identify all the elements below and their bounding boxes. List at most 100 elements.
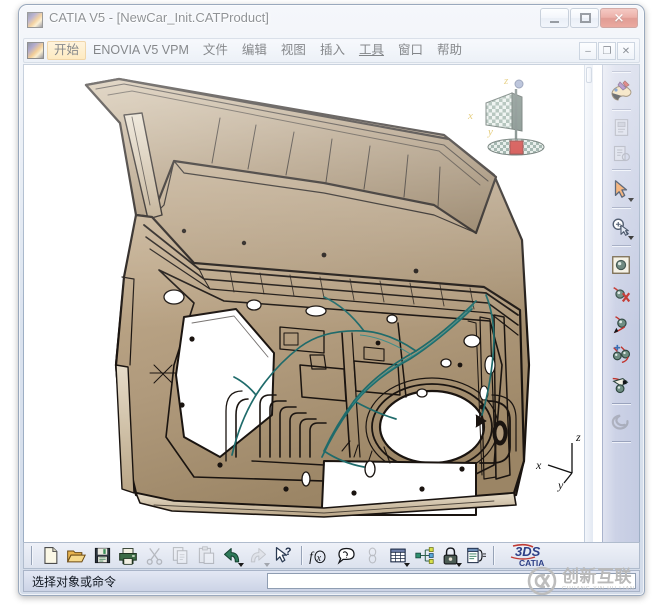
zoom-area-button[interactable] <box>606 212 636 242</box>
viewport-scrollbar-thumb[interactable] <box>586 67 592 83</box>
minimize-icon <box>550 21 559 23</box>
rotate-button[interactable] <box>606 408 636 438</box>
maximize-icon <box>580 13 591 23</box>
capture-image-button[interactable] <box>606 250 636 280</box>
minimize-button[interactable] <box>540 8 569 28</box>
menu-enovia-v5-vpm[interactable]: ENOVIA V5 VPM <box>86 41 196 60</box>
copy-icon <box>171 546 190 565</box>
svg-text:x: x <box>316 553 322 564</box>
logo-3ds-text: 3DS <box>515 544 541 559</box>
menu-item-list: 开始 ENOVIA V5 VPM 文件 编辑 视图 插入 工具 窗口 帮助 <box>47 39 469 62</box>
print-button[interactable] <box>115 544 141 568</box>
formula-button[interactable]: f x <box>307 544 333 568</box>
rule-list-icon <box>466 546 487 565</box>
analyze-document-button[interactable] <box>606 140 636 166</box>
delete-viewpoint-button[interactable] <box>606 280 636 310</box>
title-bar: CATIA V5 - [NewCar_Init.CATProduct] ✕ <box>19 5 644 36</box>
status-bar: 选择对象或命令 <box>23 570 640 592</box>
logo-catia-text: CATIA <box>519 558 544 568</box>
move-view-icon <box>610 314 632 336</box>
named-viewpoint-button[interactable] <box>606 370 636 400</box>
menu-file[interactable]: 文件 <box>196 41 235 60</box>
render-style-button[interactable] <box>606 76 636 106</box>
client-area: z x y <box>23 64 640 543</box>
view-toolbar <box>602 65 639 542</box>
redo-button[interactable] <box>245 544 271 568</box>
knowledge-inspector-button[interactable] <box>411 544 437 568</box>
navigation-compass[interactable]: z x y <box>464 67 554 162</box>
save-button[interactable] <box>89 544 115 568</box>
svg-text:y: y <box>557 478 564 492</box>
whats-this-button[interactable]: ? <box>271 544 297 568</box>
close-icon: ✕ <box>601 12 637 25</box>
printer-icon <box>118 546 138 566</box>
viewport-scrollbar[interactable] <box>584 65 593 542</box>
svg-text:x: x <box>535 458 542 472</box>
toolbar-separator <box>612 207 631 209</box>
toolbar-separator <box>612 403 631 405</box>
open-folder-icon <box>66 546 86 566</box>
camera-snapshot-icon <box>610 254 632 276</box>
paste-button[interactable] <box>193 544 219 568</box>
design-table-button[interactable] <box>385 544 411 568</box>
catia-logo-icon <box>27 12 43 28</box>
chevron-down-icon[interactable] <box>404 563 410 567</box>
command-input[interactable] <box>267 573 636 589</box>
chevron-down-icon[interactable] <box>456 563 462 567</box>
menu-edit[interactable]: 编辑 <box>235 41 274 60</box>
svg-text:z: z <box>503 75 509 87</box>
network-nodes-icon <box>414 546 435 565</box>
toolbar-separator <box>301 546 303 565</box>
lock-button[interactable] <box>437 544 463 568</box>
cut-button[interactable] <box>141 544 167 568</box>
floppy-disk-icon <box>93 546 112 565</box>
multi-viewpoint-button[interactable] <box>606 340 636 370</box>
dassault-catia-logo: 3DS CATIA <box>503 543 565 568</box>
svg-text:z: z <box>575 430 581 444</box>
apply-material-button[interactable] <box>606 114 636 140</box>
analyze-document-icon <box>611 143 632 164</box>
menu-bar: 开始 ENOVIA V5 VPM 文件 编辑 视图 插入 工具 窗口 帮助 – … <box>23 38 640 63</box>
menu-view[interactable]: 视图 <box>274 41 313 60</box>
svg-text:?: ? <box>285 546 292 558</box>
multi-view-icon <box>610 344 632 366</box>
toolbar-separator <box>31 546 33 565</box>
catia-menu-logo-icon <box>27 42 44 59</box>
toolbar-separator <box>612 71 631 73</box>
menu-insert[interactable]: 插入 <box>313 41 352 60</box>
constraint-button[interactable] <box>359 544 385 568</box>
toolbar-separator <box>612 245 631 247</box>
menu-start[interactable]: 开始 <box>47 41 86 60</box>
open-button[interactable] <box>63 544 89 568</box>
chain-link-icon <box>364 546 381 565</box>
named-view-icon <box>610 374 632 396</box>
speech-comment-icon <box>336 546 357 566</box>
svg-text:y: y <box>487 126 493 138</box>
chevron-down-icon[interactable] <box>238 563 244 567</box>
select-button[interactable] <box>606 174 636 204</box>
menu-tools[interactable]: 工具 <box>352 41 391 60</box>
mdi-minimize-button[interactable]: – <box>579 42 597 60</box>
copy-button[interactable] <box>167 544 193 568</box>
move-viewpoint-button[interactable] <box>606 310 636 340</box>
svg-text:f: f <box>309 549 315 564</box>
toolbar-separator <box>612 441 631 443</box>
menu-help[interactable]: 帮助 <box>430 41 469 60</box>
mdi-restore-button[interactable]: ❐ <box>598 42 616 60</box>
3d-viewport[interactable]: z x y <box>24 65 593 542</box>
material-document-icon <box>611 117 632 138</box>
undo-button[interactable] <box>219 544 245 568</box>
chevron-down-icon[interactable] <box>628 236 634 240</box>
close-button[interactable]: ✕ <box>600 8 638 28</box>
mdi-close-button[interactable]: ✕ <box>617 42 635 60</box>
axis-triad-glyph <box>548 443 572 483</box>
maximize-button[interactable] <box>570 8 599 28</box>
chevron-down-icon[interactable] <box>264 563 270 567</box>
zoom-arrow-icon <box>610 216 632 238</box>
menu-window[interactable]: 窗口 <box>391 41 430 60</box>
comment-button[interactable] <box>333 544 359 568</box>
knowledge-advisor-button[interactable] <box>463 544 489 568</box>
new-button[interactable] <box>37 544 63 568</box>
select-arrow-icon <box>610 178 632 200</box>
chevron-down-icon[interactable] <box>628 198 634 202</box>
